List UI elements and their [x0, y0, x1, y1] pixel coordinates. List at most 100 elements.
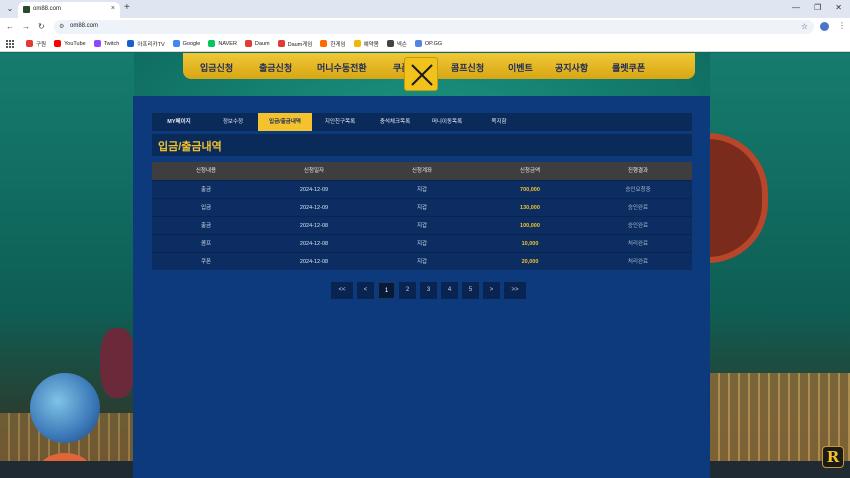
site-info-icon[interactable]: ⚙	[59, 23, 64, 30]
browser-tab[interactable]: om88.com ×	[18, 2, 120, 18]
pager-first-button[interactable]: <<	[331, 282, 353, 299]
page-body: 입금신청 출금신청 머니수동전환 쿠폰 콤프신청 이벤트 공지사항 룰렛쿠폰 MY페이지 정보수…	[0, 53, 850, 478]
bookmark-item[interactable]: 넥슨	[386, 40, 407, 48]
bookmark-favicon-icon	[127, 40, 135, 47]
bookmark-favicon-icon	[244, 40, 252, 47]
bookmark-item[interactable]: Google	[172, 40, 201, 47]
bookmark-label: 넥슨	[396, 41, 407, 48]
bookmark-favicon-icon	[414, 40, 422, 47]
subtab-item[interactable]: MY페이지	[152, 113, 206, 131]
table-cell: 지갑	[416, 259, 428, 265]
table-cell: 지갑	[416, 223, 428, 229]
fish-character-image	[30, 373, 100, 443]
bookmark-label: Daum	[254, 40, 270, 47]
table-row: 출금 2024-12-09 지갑 700,000 승인요청중	[152, 180, 692, 198]
pager-page-button[interactable]: 4	[441, 282, 458, 299]
bookmark-label: 예약봄	[363, 41, 379, 48]
apps-grid-icon[interactable]	[6, 39, 14, 48]
pager-prev-button[interactable]: <	[357, 282, 374, 299]
table-row: 콤프 2024-12-08 지갑 10,000 처리완료	[152, 234, 692, 252]
bookmarks-bar: 구원 YouTube Twitch 아프리카TV Google NAVER Daum Daum…	[0, 36, 850, 52]
section-header: 입금/출금내역	[152, 134, 692, 156]
bookmark-label: Google	[182, 40, 201, 47]
forward-button[interactable]: →	[22, 22, 30, 32]
pager-last-button[interactable]: >>	[504, 282, 526, 299]
bookmark-item[interactable]: Twitch	[93, 40, 119, 47]
table-cell: 지갑	[416, 241, 428, 247]
nav-item[interactable]: 입금신청	[200, 61, 233, 74]
bookmark-label: OP.GG	[424, 40, 443, 47]
bookmark-item[interactable]: Daum	[244, 40, 270, 47]
table-cell: 처리완료	[627, 241, 649, 247]
bookmark-item[interactable]: 예약봄	[353, 40, 379, 48]
nav-item[interactable]: 룰렛쿠폰	[612, 61, 645, 74]
bookmark-item[interactable]: 한게임	[320, 40, 346, 48]
pager-page-button[interactable]: 2	[399, 282, 416, 299]
table-cell: 20,000	[521, 259, 539, 265]
pager-page-button[interactable]: 1	[378, 282, 395, 299]
table-cell: 콤프	[200, 241, 212, 247]
table-cell: 2024-12-09	[299, 205, 329, 211]
subtab-item[interactable]: 충석체크목록	[368, 113, 422, 131]
nav-item[interactable]: 이벤트	[508, 61, 533, 74]
window-close-button[interactable]: ✕	[835, 3, 842, 12]
table-cell: 700,000	[520, 187, 540, 193]
table-cell: 10,000	[521, 241, 539, 247]
maximize-button[interactable]: ❐	[814, 3, 821, 12]
table-cell: 승인완료	[627, 205, 649, 211]
bookmark-item[interactable]: Daum게임	[277, 40, 313, 48]
table-cell: 100,000	[520, 223, 540, 229]
new-tab-button[interactable]: +	[124, 3, 130, 13]
bookmark-favicon-icon	[353, 40, 361, 47]
bookmark-item[interactable]: 구원	[26, 40, 46, 48]
bookmark-favicon-icon	[320, 40, 328, 47]
reload-button[interactable]: ↻	[38, 22, 45, 32]
table-header: 신청내용 신청일자 신청계좌 신청금액 진행결과	[152, 162, 692, 180]
close-button[interactable]	[404, 57, 438, 91]
url-text[interactable]: om88.com	[70, 23, 98, 29]
table-cell: 2024-12-08	[299, 259, 329, 265]
minimize-button[interactable]: —	[792, 3, 800, 12]
subtab-item[interactable]: 정보수정	[206, 113, 260, 131]
bookmark-favicon-icon	[172, 40, 180, 47]
r-logo-badge[interactable]: R	[822, 446, 844, 468]
column-header: 진행결과	[627, 168, 649, 174]
nav-item[interactable]: 머니수동전환	[317, 61, 367, 74]
bookmark-item[interactable]: YouTube	[54, 40, 86, 47]
address-bar[interactable]: ⚙ om88.com ☆	[54, 20, 814, 34]
mypage-panel: MY페이지 정보수정 입금/출금내역 지인친구목록 충석체크목록 머니이동목록 쪽지함 입금…	[133, 96, 710, 478]
subtab-item[interactable]: 쪽지함	[472, 113, 526, 131]
bookmark-favicon-icon	[386, 40, 394, 47]
table-cell: 승인요청중	[625, 187, 651, 193]
subtab-item[interactable]: 지인친구목록	[313, 113, 367, 131]
table-cell: 처리완료	[627, 259, 649, 265]
subtab-item[interactable]: 입금/출금내역	[258, 113, 312, 131]
subtab-item[interactable]: 머니이동목록	[420, 113, 474, 131]
nav-item[interactable]: 콤프신청	[451, 61, 484, 74]
profile-avatar[interactable]	[820, 22, 829, 31]
bookmark-label: 아프리카TV	[137, 41, 165, 48]
tab-close-icon[interactable]: ×	[111, 5, 115, 12]
pagination: << <1 2 3 4 5 > >>	[331, 282, 526, 299]
tab-search-button[interactable]: ⌄	[4, 4, 16, 14]
nav-item[interactable]: 출금신청	[259, 61, 292, 74]
bookmark-item[interactable]: NAVER	[208, 40, 237, 47]
bookmark-item[interactable]: OP.GG	[414, 40, 443, 47]
nav-item[interactable]: 공지사항	[555, 61, 588, 74]
bookmark-star-icon[interactable]: ☆	[801, 22, 808, 31]
browser-menu-icon[interactable]: ⋮	[838, 21, 846, 30]
bookmark-item[interactable]: 아프리카TV	[127, 40, 165, 48]
pager-next-button[interactable]: >	[483, 282, 500, 299]
back-button[interactable]: ←	[6, 22, 14, 32]
page-title: 입금/출금내역	[158, 141, 222, 153]
character-image	[100, 328, 135, 398]
main-nav: 입금신청 출금신청 머니수동전환 쿠폰 콤프신청 이벤트 공지사항 룰렛쿠폰	[183, 53, 695, 79]
bookmark-label: NAVER	[218, 40, 237, 47]
table-cell: 130,000	[520, 205, 540, 211]
table-row: 입금 2024-12-09 지갑 130,000 승인완료	[152, 198, 692, 216]
browser-toolbar: ← → ↻ ⚙ om88.com ☆ ⋮	[0, 18, 850, 36]
pager-page-button[interactable]: 5	[462, 282, 479, 299]
bookmark-label: Daum게임	[287, 41, 313, 48]
pager-page-button[interactable]: 3	[420, 282, 437, 299]
window-controls: — ❐ ✕	[792, 3, 842, 12]
